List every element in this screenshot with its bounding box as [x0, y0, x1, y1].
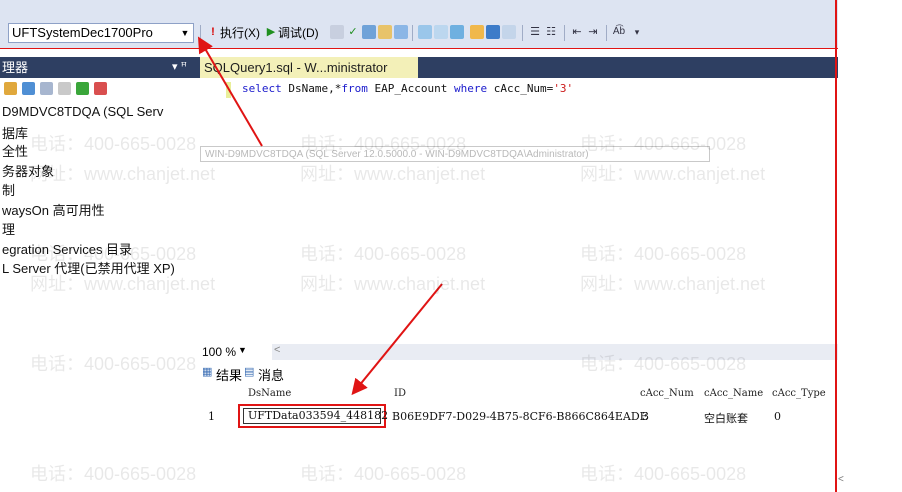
- grid-icon[interactable]: [378, 25, 392, 39]
- results-tabs: ▦ 结果 ▤ 消息: [198, 363, 838, 383]
- execute-button[interactable]: 执行(X): [220, 24, 260, 42]
- chevron-left-icon: <: [838, 474, 844, 485]
- cell-cacc-type[interactable]: 0: [774, 410, 781, 423]
- tree-item-databases[interactable]: 据库: [2, 123, 28, 142]
- tab-messages[interactable]: 消息: [258, 365, 284, 384]
- tree-item-security[interactable]: 全性: [2, 141, 28, 160]
- object-explorer-title: 理器: [2, 60, 29, 75]
- object-explorer-header: 理器 ▾ ꟸ ✕: [0, 57, 198, 94]
- object-explorer: 理器 ▾ ꟸ ✕ D9MDVC8TDQA (SQL Serv 据库 全性 务器对…: [0, 50, 198, 492]
- toolbar-separator: [606, 25, 607, 41]
- connection-tooltip: WIN-D9MDVC8TDQA (SQL Server 12.0.5000.0 …: [200, 146, 710, 162]
- sql-text: EAP_Account: [367, 82, 454, 95]
- toolbar-separator: [200, 25, 201, 41]
- tree-item-management[interactable]: 理: [2, 219, 15, 238]
- zoom-bar: 100 % ▼ <: [198, 342, 838, 362]
- sql-text: cAcc_Num=: [487, 82, 554, 95]
- sql-string: '3': [553, 82, 574, 95]
- sql-keyword: select: [242, 82, 282, 95]
- zoom-selector[interactable]: 100 % ▼: [202, 345, 247, 359]
- document-tabstrip: SQLQuery1.sql - W...ministrator (70))* ×: [198, 57, 838, 96]
- cell-cacc-num[interactable]: 3: [642, 410, 649, 423]
- tree-item-server-objects[interactable]: 务器对象: [2, 161, 54, 180]
- change-marker: [226, 82, 231, 98]
- object-explorer-toolbar: [0, 81, 198, 99]
- tree-item-replication[interactable]: 制: [2, 180, 15, 199]
- debug-button[interactable]: 调试(D): [278, 24, 319, 42]
- results-grid-icon: ▦: [202, 366, 213, 378]
- save-icon[interactable]: [394, 25, 408, 39]
- connect-icon[interactable]: [4, 82, 17, 95]
- chevron-down-icon[interactable]: ▼: [179, 24, 191, 42]
- stop-icon[interactable]: [40, 82, 53, 95]
- tab-sqlquery1[interactable]: SQLQuery1.sql - W...ministrator (70))* ×: [200, 57, 418, 96]
- zoom-value: 100 %: [202, 345, 237, 359]
- sql-keyword: from: [341, 82, 368, 95]
- database-selector[interactable]: UFTSystemDec1700Pro ▼: [8, 23, 194, 43]
- toolbar: UFTSystemDec1700Pro ▼ ! 执行(X) ▶ 调试(D) ✓ …: [0, 0, 902, 50]
- results-text-icon[interactable]: [434, 25, 448, 39]
- column-header-dsname[interactable]: DsName: [248, 388, 291, 399]
- refresh-icon[interactable]: [76, 82, 89, 95]
- column-header-cacc-name[interactable]: cAcc_Name: [704, 388, 763, 399]
- stop-icon[interactable]: [330, 25, 344, 39]
- column-header-cacc-type[interactable]: cAcc_Type: [772, 388, 826, 399]
- tree-item-server[interactable]: D9MDVC8TDQA (SQL Serv: [2, 104, 163, 119]
- filter-icon[interactable]: [58, 82, 71, 95]
- outdent-icon[interactable]: ⇤: [570, 25, 584, 39]
- watermark-phone: 电话：400-665-0028: [580, 464, 747, 484]
- horizontal-scrollbar[interactable]: <: [272, 344, 838, 360]
- plan-icon[interactable]: [362, 25, 376, 39]
- tab-results[interactable]: 结果: [216, 365, 242, 384]
- toolbar-separator: [564, 25, 565, 41]
- messages-icon: ▤: [244, 366, 255, 378]
- disconnect-icon[interactable]: [22, 82, 35, 95]
- comment-icon[interactable]: ☰: [528, 25, 542, 39]
- row-number: 1: [208, 410, 215, 423]
- tree-item-alwayson[interactable]: waysOn 高可用性: [2, 200, 105, 219]
- play-icon: ▶: [266, 26, 276, 38]
- sql-text: DsName,: [281, 82, 335, 95]
- indent-icon[interactable]: ⇥: [586, 25, 600, 39]
- results-file-icon[interactable]: [470, 25, 484, 39]
- toolbar-row: UFTSystemDec1700Pro ▼ ! 执行(X) ▶ 调试(D) ✓ …: [0, 0, 838, 48]
- sql-code-line[interactable]: select DsName,*from EAP_Account where cA…: [242, 82, 573, 95]
- activity-monitor-icon[interactable]: [94, 82, 107, 95]
- check-icon[interactable]: ✓: [346, 25, 360, 39]
- tree-item-integration-services[interactable]: egration Services 目录: [2, 239, 132, 258]
- results-grid-icon[interactable]: [450, 25, 464, 39]
- tree-item-sql-agent[interactable]: L Server 代理(已禁用代理 XP): [2, 258, 175, 277]
- query-options-icon[interactable]: [418, 25, 432, 39]
- query-editor[interactable]: select DsName,*from EAP_Account where cA…: [198, 78, 838, 350]
- highlighted-cell-frame: UFTData033594_448182: [238, 404, 388, 428]
- database-selector-value: UFTSystemDec1700Pro: [12, 25, 153, 40]
- cell-dsname[interactable]: UFTData033594_448182: [243, 408, 388, 424]
- uncomment-icon[interactable]: ☷: [544, 25, 558, 39]
- cell-id[interactable]: B06E9DF7-D029-4B75-8CF6-B866C864EADE: [392, 410, 648, 423]
- cell-cacc-name[interactable]: 空白账套: [704, 410, 748, 426]
- red-frame-top: [0, 48, 838, 49]
- column-header-cacc-num[interactable]: cAcc_Num: [640, 388, 694, 399]
- toolbar-separator: [412, 25, 413, 41]
- toolbar-overflow-icon[interactable]: ▾: [630, 25, 644, 39]
- client-stats-icon[interactable]: [502, 25, 516, 39]
- results-grid: DsName ID cAcc_Num cAcc_Name cAcc_Type 1…: [198, 386, 838, 446]
- specify-values-icon[interactable]: A͡b: [612, 25, 626, 39]
- execute-icon: !: [211, 26, 215, 38]
- watermark-phone: 电话：400-665-0028: [300, 464, 467, 484]
- sql-keyword: where: [453, 82, 488, 95]
- red-frame-right: [835, 0, 837, 492]
- include-plan-icon[interactable]: [486, 25, 500, 39]
- chevron-left-icon[interactable]: <: [274, 344, 280, 356]
- toolbar-separator: [522, 25, 523, 41]
- column-header-id[interactable]: ID: [394, 388, 406, 399]
- chevron-down-icon[interactable]: ▼: [238, 345, 247, 355]
